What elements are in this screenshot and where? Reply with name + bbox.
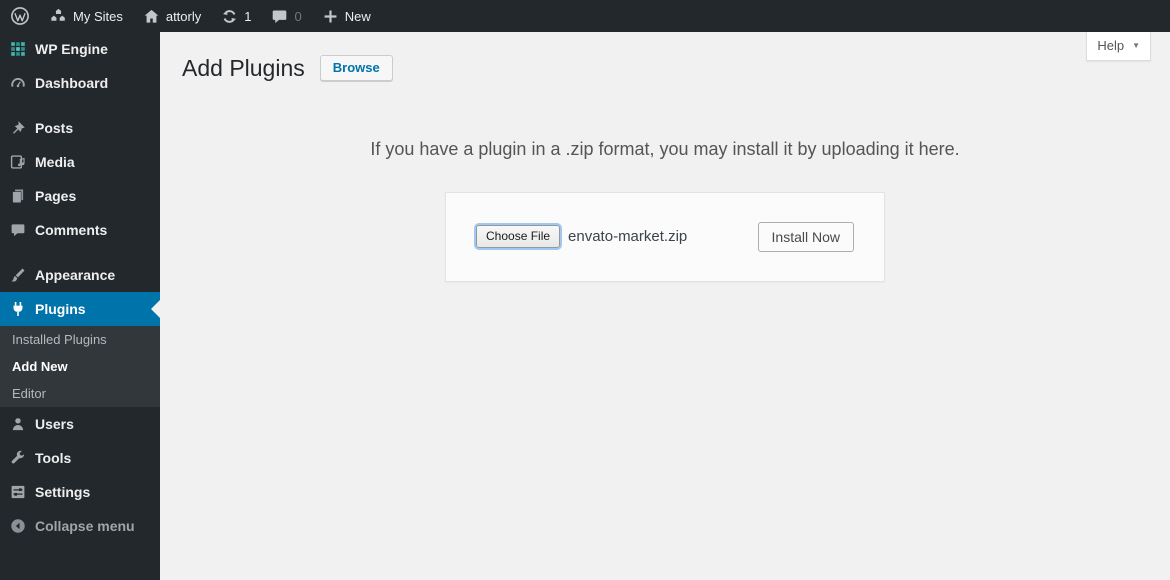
plus-icon xyxy=(322,8,339,25)
pages-icon xyxy=(10,188,26,204)
pushpin-icon xyxy=(10,120,26,136)
submenu-item-add-new[interactable]: Add New xyxy=(0,353,160,380)
my-sites-label: My Sites xyxy=(73,8,123,24)
file-input-group: Choose File envato-market.zip xyxy=(476,225,688,249)
sidebar-item-media[interactable]: Media xyxy=(0,145,160,179)
new-menu[interactable]: New xyxy=(312,0,381,32)
home-icon xyxy=(143,8,160,25)
sidebar-item-pages[interactable]: Pages xyxy=(0,179,160,213)
update-icon xyxy=(221,8,238,25)
main-content: Help ▼ Add Plugins Browse If you have a … xyxy=(160,32,1170,580)
comment-count: 0 xyxy=(294,8,302,24)
admin-sidebar: WP Engine Dashboard Posts Media Pages Co… xyxy=(0,32,160,580)
sidebar-item-wp-engine[interactable]: WP Engine xyxy=(0,32,160,66)
sidebar-item-label: Plugins xyxy=(35,301,86,317)
sidebar-item-label: Media xyxy=(35,154,75,170)
sidebar-item-settings[interactable]: Settings xyxy=(0,475,160,509)
update-count: 1 xyxy=(244,8,252,24)
current-menu-arrow xyxy=(151,300,160,318)
user-icon xyxy=(10,416,26,432)
dashboard-gauge-icon xyxy=(10,75,26,91)
sidebar-item-dashboard[interactable]: Dashboard xyxy=(0,66,160,100)
help-label: Help xyxy=(1097,38,1125,53)
comments-menu[interactable]: 0 xyxy=(261,0,311,32)
submenu-item-editor[interactable]: Editor xyxy=(0,380,160,407)
sidebar-item-label: Pages xyxy=(35,188,77,204)
sidebar-item-label: Users xyxy=(35,416,74,432)
sidebar-item-users[interactable]: Users xyxy=(0,407,160,441)
sidebar-item-label: Dashboard xyxy=(35,75,109,91)
sidebar-item-label: WP Engine xyxy=(35,41,108,57)
comment-bubble-icon xyxy=(271,8,288,25)
sidebar-item-posts[interactable]: Posts xyxy=(0,111,160,145)
help-button[interactable]: Help ▼ xyxy=(1086,32,1151,61)
sidebar-item-label: Posts xyxy=(35,120,74,136)
wp-engine-grid-icon xyxy=(10,41,26,57)
paintbrush-icon xyxy=(10,267,26,283)
choose-file-button[interactable]: Choose File xyxy=(476,225,561,249)
sidebar-item-comments[interactable]: Comments xyxy=(0,213,160,247)
collapse-menu-button[interactable]: Collapse menu xyxy=(0,509,160,543)
my-sites-icon xyxy=(50,8,67,25)
settings-sliders-icon xyxy=(10,484,26,500)
wordpress-logo-menu[interactable] xyxy=(0,0,40,32)
wordpress-logo-icon xyxy=(10,6,30,26)
comment-bubble-icon xyxy=(10,222,26,238)
my-sites-menu[interactable]: My Sites xyxy=(40,0,133,32)
submenu-item-installed-plugins[interactable]: Installed Plugins xyxy=(0,326,160,353)
upload-plugin-form: Choose File envato-market.zip Install No… xyxy=(445,191,885,282)
admin-bar: My Sites attorly 1 0 New xyxy=(0,0,1170,32)
selected-file-name: envato-market.zip xyxy=(568,228,688,246)
sidebar-item-tools[interactable]: Tools xyxy=(0,441,160,475)
install-help-text: If you have a plugin in a .zip format, y… xyxy=(370,138,960,159)
updates-menu[interactable]: 1 xyxy=(211,0,261,32)
sidebar-item-label: Collapse menu xyxy=(35,518,135,534)
sidebar-item-label: Comments xyxy=(35,222,108,238)
site-name: attorly xyxy=(165,8,202,24)
new-label: New xyxy=(344,8,371,24)
chevron-down-icon: ▼ xyxy=(1132,40,1140,50)
install-now-button[interactable]: Install Now xyxy=(757,221,854,252)
sidebar-item-plugins[interactable]: Plugins xyxy=(0,292,160,326)
page-header: Add Plugins Browse xyxy=(160,32,1170,83)
media-icon xyxy=(10,154,26,170)
collapse-arrow-icon xyxy=(10,518,26,534)
wordpress-admin: My Sites attorly 1 0 New WP Engine Dashb… xyxy=(0,0,1170,580)
sidebar-item-label: Appearance xyxy=(35,267,116,283)
sidebar-item-label: Settings xyxy=(35,484,91,500)
browse-button[interactable]: Browse xyxy=(319,55,393,82)
page-title: Add Plugins xyxy=(182,55,305,81)
sidebar-item-label: Tools xyxy=(35,450,72,466)
wrench-icon xyxy=(10,450,26,466)
site-menu[interactable]: attorly xyxy=(133,0,211,32)
plug-icon xyxy=(10,301,26,317)
sidebar-item-appearance[interactable]: Appearance xyxy=(0,258,160,292)
plugins-submenu: Installed Plugins Add New Editor xyxy=(0,326,160,407)
